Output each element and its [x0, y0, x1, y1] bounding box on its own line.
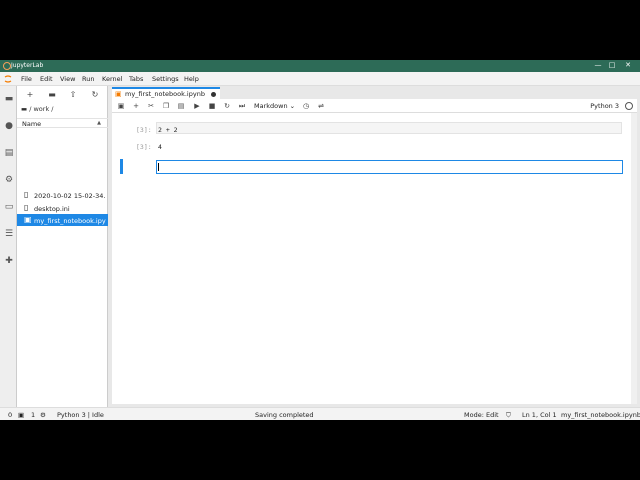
notebook-icon: ▣ — [115, 90, 122, 98]
file-icon: ▯ — [24, 190, 29, 199]
maximize-button[interactable]: □ — [604, 61, 620, 69]
save-status: Saving completed — [255, 411, 314, 419]
status-bar: 0 ▣ 1 ⚙ Python 3 | Idle Saving completed… — [0, 407, 640, 420]
text-cursor — [158, 163, 159, 171]
file-browser: + ▬ ⇧ ↻ ▬ / work / Name ▲ ▯ 2020-10-02 1… — [17, 86, 108, 408]
save-icon[interactable]: ▣ — [116, 101, 126, 111]
menu-edit[interactable]: Edit — [40, 75, 53, 83]
terminals-count[interactable]: 0 — [8, 411, 12, 419]
title-bar: JupyterLab — □ ✕ — [0, 60, 640, 72]
new-launcher-icon[interactable]: + — [25, 90, 35, 100]
cut-icon[interactable]: ✂ — [146, 101, 156, 111]
code-cell-input[interactable] — [156, 122, 622, 134]
sort-up-icon[interactable]: ▲ — [97, 120, 101, 126]
paste-icon[interactable]: ▤ — [176, 101, 186, 111]
notebook-scrollbar[interactable] — [631, 113, 637, 404]
run-icon[interactable]: ▶ — [192, 101, 202, 111]
file-list-header[interactable]: Name ▲ — [17, 118, 108, 128]
terminal-icon[interactable]: ▣ — [18, 411, 24, 419]
window-title: JupyterLab — [11, 62, 44, 69]
restart-run-all-icon[interactable]: ⏭ — [237, 101, 247, 111]
upload-icon[interactable]: ⇧ — [68, 90, 78, 100]
stop-icon[interactable]: ■ — [207, 101, 217, 111]
notebook-toolbar: ▣ + ✂ ❐ ▤ ▶ ■ ↻ ⏭ Markdown ⌄ ◷ ⇌ Python … — [112, 99, 637, 113]
menu-file[interactable]: File — [21, 75, 32, 83]
unsaved-dot-icon[interactable] — [211, 92, 216, 97]
file-name: desktop.ini — [34, 205, 70, 213]
property-inspector-icon[interactable]: ⚙ — [4, 175, 14, 185]
file-item[interactable]: ▯ desktop.ini — [17, 202, 108, 214]
folder-icon[interactable]: ▬ — [4, 94, 14, 104]
menu-run[interactable]: Run — [82, 75, 94, 83]
output-prompt: [3]: — [136, 143, 152, 151]
left-sidebar: ▬ ● ▤ ⚙ ▭ ☰ ✚ — [0, 86, 17, 408]
kernel-status-icon — [625, 102, 633, 110]
tab-label: my_first_notebook.ipynb — [125, 90, 205, 98]
input-prompt: [3]: — [136, 126, 152, 134]
running-icon[interactable]: ● — [4, 121, 14, 131]
cell-type-select[interactable]: Markdown ⌄ — [254, 102, 295, 110]
menu-view[interactable]: View — [60, 75, 75, 83]
breadcrumb-path[interactable]: / work / — [29, 105, 53, 113]
breadcrumb[interactable]: ▬ / work / — [21, 105, 53, 113]
insert-cell-icon[interactable]: + — [131, 101, 141, 111]
notebook-file-icon: ▣ — [24, 215, 32, 224]
code-source[interactable]: 2 + 2 — [158, 126, 178, 134]
file-item-selected[interactable]: ▣ my_first_notebook.ipynb — [17, 214, 108, 226]
copy-icon[interactable]: ❐ — [161, 101, 171, 111]
notebook-panel: ▣ + ✂ ❐ ▤ ▶ ■ ↻ ⏭ Markdown ⌄ ◷ ⇌ Python … — [112, 99, 637, 404]
kernel-status[interactable]: Python 3 | Idle — [57, 411, 104, 419]
main-area: ▣ my_first_notebook.ipynb ▣ + ✂ ❐ ▤ ▶ ■ … — [108, 86, 640, 408]
close-button[interactable]: ✕ — [620, 61, 636, 69]
shield-icon[interactable]: ⛉ — [506, 411, 511, 420]
status-filename: my_first_notebook.ipynb — [561, 411, 640, 419]
jupyterlab-window: JupyterLab — □ ✕ File Edit View Run Kern… — [0, 60, 640, 420]
toc-icon[interactable]: ☰ — [4, 229, 14, 239]
git-icon[interactable]: ⇌ — [316, 101, 326, 111]
extension-icon[interactable]: ✚ — [4, 256, 14, 266]
menu-settings[interactable]: Settings — [152, 75, 179, 83]
tabs-icon[interactable]: ▭ — [4, 202, 14, 212]
refresh-icon[interactable]: ↻ — [90, 90, 100, 100]
breadcrumb-folder-icon[interactable]: ▬ — [21, 105, 27, 113]
command-palette-icon[interactable]: ◷ — [301, 101, 311, 111]
notebook-tab[interactable]: ▣ my_first_notebook.ipynb — [112, 87, 220, 99]
menu-help[interactable]: Help — [184, 75, 199, 83]
active-cell-collapser[interactable] — [120, 159, 123, 174]
kernel-name[interactable]: Python 3 — [590, 102, 619, 110]
jupyter-logo-icon — [4, 75, 12, 83]
cursor-position[interactable]: Ln 1, Col 1 — [522, 411, 557, 419]
file-name: my_first_notebook.ipynb — [34, 217, 106, 225]
restart-icon[interactable]: ↻ — [222, 101, 232, 111]
jupyter-app-icon — [3, 62, 11, 70]
commands-icon[interactable]: ▤ — [4, 148, 14, 158]
file-name: 2020-10-02 15-02-34.... — [34, 192, 106, 200]
kernel-gear-icon[interactable]: ⚙ — [40, 411, 46, 419]
column-name[interactable]: Name — [22, 120, 41, 128]
menu-bar: File Edit View Run Kernel Tabs Settings … — [0, 72, 640, 86]
active-cell-editor[interactable] — [156, 160, 623, 174]
file-item[interactable]: ▯ 2020-10-02 15-02-34.... — [17, 189, 108, 201]
file-icon: ▯ — [24, 203, 29, 212]
menu-kernel[interactable]: Kernel — [102, 75, 122, 83]
new-folder-icon[interactable]: ▬ — [47, 90, 57, 100]
edit-mode[interactable]: Mode: Edit — [464, 411, 499, 419]
kernels-count[interactable]: 1 — [31, 411, 35, 419]
menu-tabs[interactable]: Tabs — [129, 75, 143, 83]
cell-output: 4 — [158, 143, 162, 151]
